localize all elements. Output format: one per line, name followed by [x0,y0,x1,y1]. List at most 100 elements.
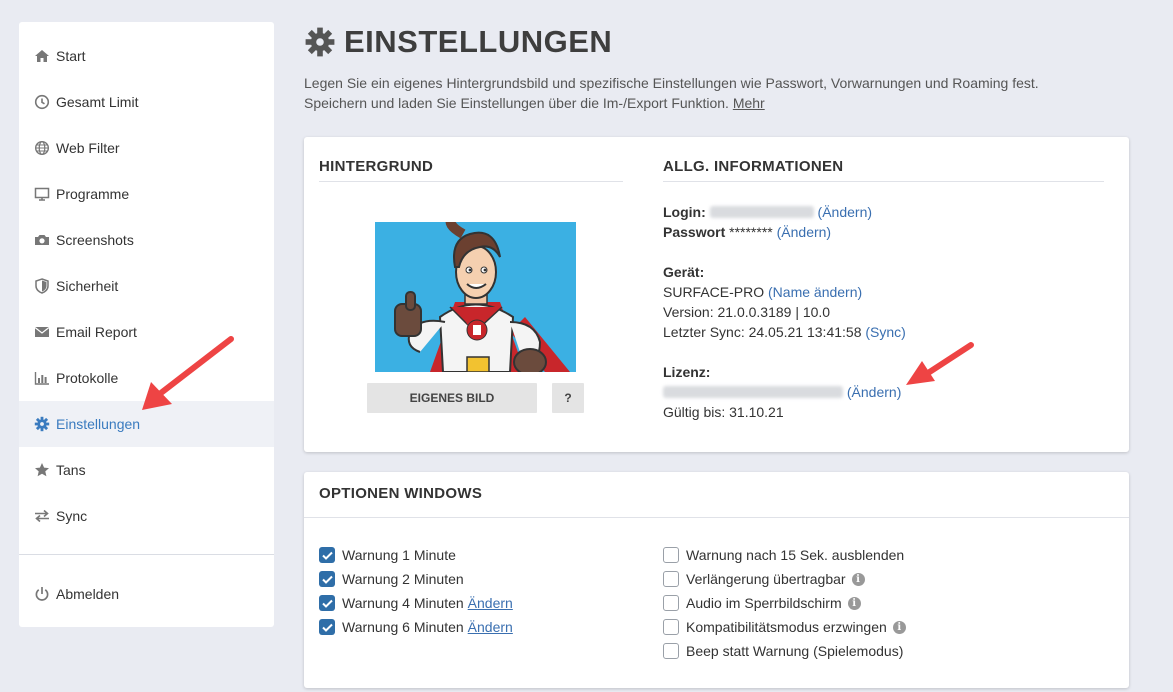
login-value-redacted [709,206,814,218]
sidebar-item-label: Start [56,48,86,64]
last-sync-row: Letzter Sync: 24.05.21 13:41:58 (Sync) [663,322,906,342]
option-warning-2[interactable]: Warnung 2 Minuten [319,569,464,589]
shield-icon [34,278,50,294]
license-change-link[interactable]: (Ändern) [847,384,901,400]
option-warning-6[interactable]: Warnung 6 Minuten Ändern [319,617,513,637]
checkbox-unchecked[interactable] [663,643,679,659]
sidebar-divider [19,554,274,555]
password-change-link[interactable]: (Ändern) [777,224,831,240]
options-card: OPTIONEN WINDOWS Warnung 1 Minute Warnun… [304,472,1129,688]
checkbox-unchecked[interactable] [663,595,679,611]
license-label-row: Lizenz: [663,362,710,382]
exchange-icon [34,508,50,524]
change-link[interactable]: Ändern [468,619,513,635]
option-label: Beep statt Warnung (Spielemodus) [686,643,904,659]
general-info-title: ALLG. INFORMATIONEN [663,158,844,175]
globe-icon [34,140,50,156]
device-rename-link[interactable]: (Name ändern) [768,284,862,300]
sidebar-item-abmelden[interactable]: Abmelden [19,571,274,617]
device-label: Gerät: [663,264,705,280]
sidebar-item-sync[interactable]: Sync [19,493,274,539]
bar-chart-icon [34,370,50,386]
gear-icon [304,26,336,58]
sync-link[interactable]: (Sync) [865,324,905,340]
sidebar-item-label: Abmelden [56,586,120,602]
change-link[interactable]: Ändern [468,595,513,611]
device-name-row: SURFACE-PRO (Name ändern) [663,282,862,302]
login-row: Login: (Ändern) [663,202,872,222]
option-label: Warnung 4 Minuten [342,595,464,611]
sidebar-item-tans[interactable]: Tans [19,447,274,493]
login-label: Login: [663,204,706,220]
sidebar-item-label: Tans [56,462,86,478]
sidebar-item-programme[interactable]: Programme [19,171,274,217]
intro-text: Legen Sie ein eigenes Hintergrundsbild u… [304,73,1064,113]
power-icon [34,586,50,602]
sidebar-item-web-filter[interactable]: Web Filter [19,125,274,171]
option-label: Warnung nach 15 Sek. ausblenden [686,547,905,563]
option-audio-lockscreen[interactable]: Audio im Sperrbildschirm i [663,593,861,613]
superhero-illustration [394,222,570,372]
options-divider [304,517,1129,518]
sidebar-item-label: Programme [56,186,130,202]
option-label: Warnung 1 Minute [342,547,456,563]
checkbox-checked[interactable] [319,595,335,611]
last-sync-text: Letzter Sync: 24.05.21 13:41:58 [663,324,862,340]
valid-until-text: Gültig bis: 31.10.21 [663,404,784,420]
login-change-link[interactable]: (Ändern) [818,204,872,220]
sidebar-item-label: Web Filter [56,140,120,156]
sidebar-item-label: Screenshots [56,232,134,248]
option-label: Kompatibilitätsmodus erzwingen [686,619,887,635]
help-button[interactable]: ? [552,383,584,413]
password-row: Passwort ******** (Ändern) [663,222,831,242]
more-link[interactable]: Mehr [733,95,765,111]
camera-icon [34,232,50,248]
custom-image-button[interactable]: EIGENES BILD [367,383,537,413]
option-beep-mode[interactable]: Beep statt Warnung (Spielemodus) [663,641,903,661]
sidebar-item-gesamt-limit[interactable]: Gesamt Limit [19,79,274,125]
sidebar-item-label: Einstellungen [56,416,141,432]
settings-card: HINTERGRUND EIGENES BILD ? ALLG. INFORMA… [304,137,1129,452]
password-value: ******** [729,224,773,240]
option-hide-warning[interactable]: Warnung nach 15 Sek. ausblenden [663,545,904,565]
clock-icon [34,94,50,110]
option-label: Warnung 2 Minuten [342,571,464,587]
license-row: (Ändern) [663,382,901,402]
monitor-icon [34,186,50,202]
option-label: Warnung 6 Minuten [342,619,464,635]
info-icon[interactable]: i [851,572,865,586]
info-icon[interactable]: i [892,620,906,634]
checkbox-unchecked[interactable] [663,547,679,563]
option-compatibility-mode[interactable]: Kompatibilitätsmodus erzwingen i [663,617,906,637]
device-name: SURFACE-PRO [663,284,765,300]
option-warning-4[interactable]: Warnung 4 Minuten Ändern [319,593,513,613]
info-icon[interactable]: i [847,596,861,610]
sidebar-item-label: Gesamt Limit [56,94,139,110]
sidebar: Start Gesamt Limit Web Filter Programme … [19,22,274,627]
home-icon [34,48,50,64]
sidebar-item-screenshots[interactable]: Screenshots [19,217,274,263]
checkbox-checked[interactable] [319,571,335,587]
sidebar-item-start[interactable]: Start [19,33,274,79]
sidebar-item-label: Sicherheit [56,278,119,294]
option-warning-1[interactable]: Warnung 1 Minute [319,545,456,565]
page-title: EINSTELLUNGEN [304,24,612,60]
sidebar-item-einstellungen[interactable]: Einstellungen [19,401,274,447]
checkbox-unchecked[interactable] [663,619,679,635]
device-label-row: Gerät: [663,262,704,282]
sidebar-item-sicherheit[interactable]: Sicherheit [19,263,274,309]
option-extension-transferable[interactable]: Verlängerung übertragbar i [663,569,865,589]
background-divider [319,181,623,182]
gear-icon [34,416,50,432]
checkbox-checked[interactable] [319,547,335,563]
sidebar-item-label: Protokolle [56,370,119,386]
version-text: Version: 21.0.0.3189 | 10.0 [663,304,831,320]
checkbox-unchecked[interactable] [663,571,679,587]
options-title: OPTIONEN WINDOWS [319,485,483,502]
option-label: Audio im Sperrbildschirm [686,595,842,611]
sidebar-item-protokolle[interactable]: Protokolle [19,355,274,401]
sidebar-item-email-report[interactable]: Email Report [19,309,274,355]
star-icon [34,462,50,478]
checkbox-checked[interactable] [319,619,335,635]
license-value-redacted [663,386,843,398]
